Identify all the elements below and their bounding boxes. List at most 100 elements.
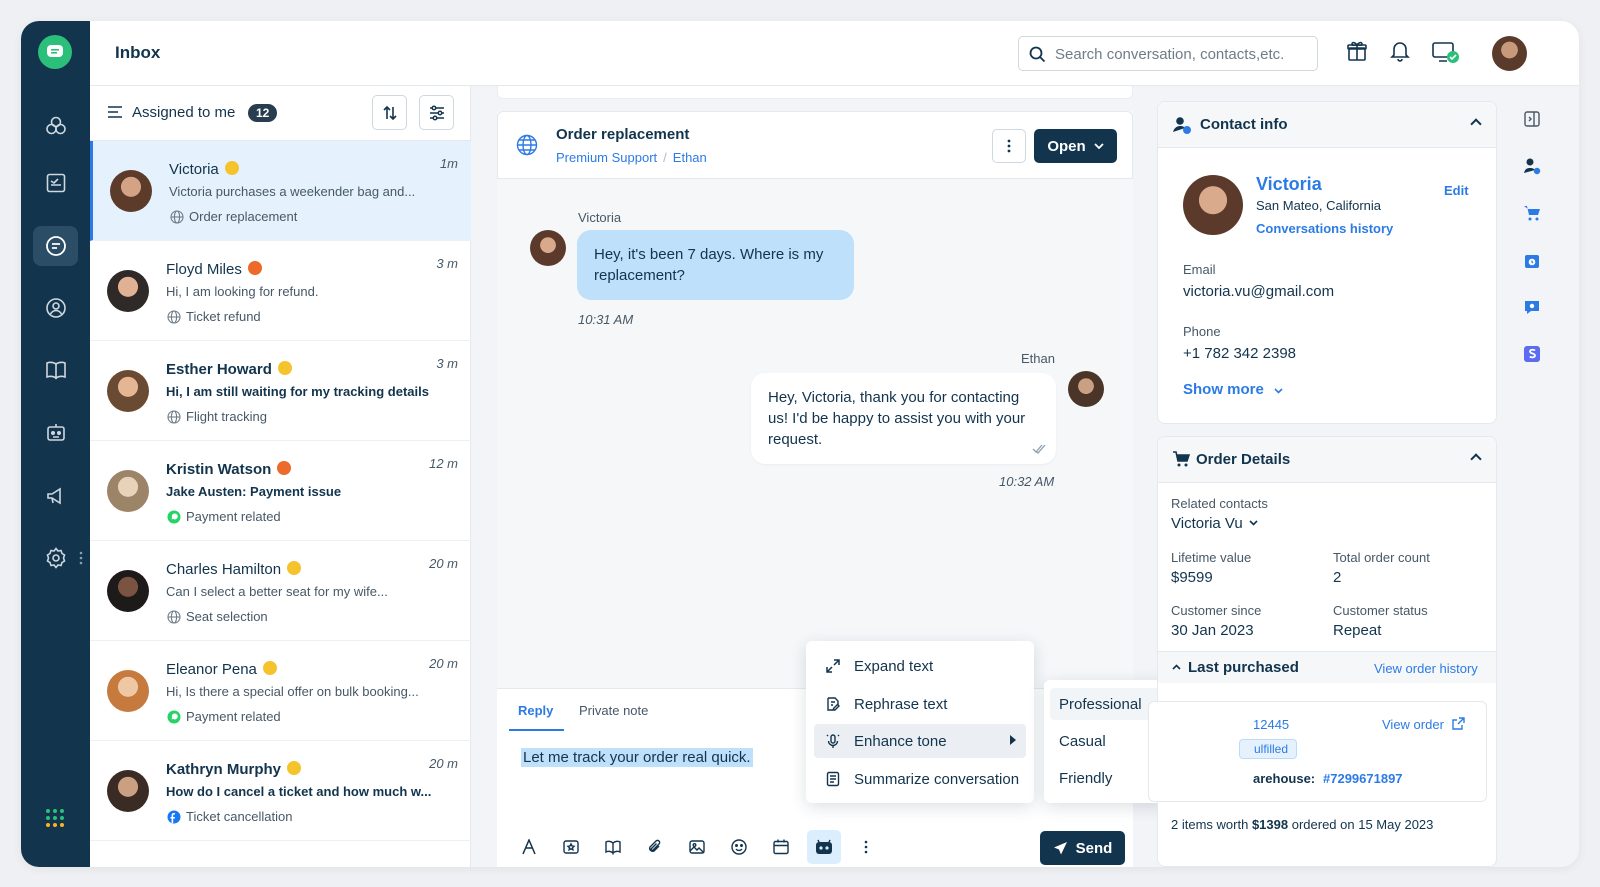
warehouse-id[interactable]: #7299671897 <box>1323 771 1403 786</box>
order-details-header[interactable]: Order Details <box>1158 437 1496 483</box>
reply-draft-text[interactable]: Let me track your order real quick. <box>521 748 753 767</box>
conversation-row[interactable]: Eleanor Pena 20 m Hi, Is there a special o… <box>90 641 471 741</box>
menu-label: Rephrase text <box>854 695 948 713</box>
filter-menu-icon[interactable] <box>108 106 122 118</box>
conversation-row[interactable]: Victoria 1m Victoria purchases a weekender… <box>90 141 471 241</box>
ai-panel-icon[interactable] <box>1523 298 1541 316</box>
contact-info-header[interactable]: Contact info <box>1158 102 1496 148</box>
conversation-name: Floyd Miles <box>166 261 262 278</box>
agent-status-icon[interactable] <box>1431 40 1461 64</box>
collapse-panel-icon[interactable] <box>1523 110 1541 128</box>
nav-settings-icon[interactable] <box>33 538 78 578</box>
order-details-card: Order Details Related contacts Victoria … <box>1148 436 1497 867</box>
orders-panel-icon[interactable] <box>1523 204 1541 222</box>
nav-knowledge-base-icon[interactable] <box>33 350 78 390</box>
contact-avatar <box>110 170 152 212</box>
chevron-down-icon <box>1094 143 1104 149</box>
view-order-label: View order <box>1382 717 1444 732</box>
collapse-chevron-icon[interactable] <box>1470 118 1482 130</box>
integration-s-icon[interactable] <box>1523 345 1541 363</box>
name-text: Floyd Miles <box>166 261 242 278</box>
tab-private-note[interactable]: Private note <box>579 703 648 718</box>
name-text: Kristin Watson <box>166 461 272 478</box>
menu-item-enhance-tone[interactable]: Enhance tone <box>814 724 1026 758</box>
chevron-up-icon[interactable] <box>1172 664 1181 670</box>
summary-mid: ordered on <box>1291 817 1355 832</box>
nav-conversations-icon[interactable] <box>33 226 78 266</box>
contact-avatar <box>107 370 149 412</box>
conversation-time: 3 m <box>436 356 458 371</box>
conversation-time: 20 m <box>429 656 458 671</box>
app-logo[interactable] <box>38 35 72 69</box>
app-switcher-grid-icon[interactable] <box>45 808 65 833</box>
menu-item-rephrase-text[interactable]: Rephrase text <box>814 687 1026 721</box>
more-options-button[interactable] <box>992 129 1026 163</box>
order-number[interactable]: 12445 <box>1253 717 1289 732</box>
conversation-row[interactable]: Kathryn Murphy 20 m How do I cancel a tick… <box>90 741 471 841</box>
canned-response-icon[interactable] <box>560 836 582 858</box>
view-order-link[interactable]: View order <box>1382 717 1465 732</box>
nav-integrations-icon[interactable] <box>33 106 78 146</box>
assigned-count-badge: 12 <box>248 104 278 122</box>
nav-tickets-icon[interactable] <box>33 163 78 203</box>
previous-conversation-edge <box>497 86 1133 99</box>
image-icon[interactable] <box>686 836 708 858</box>
show-more-link[interactable]: Show more <box>1183 381 1283 398</box>
contact-avatar <box>107 570 149 612</box>
group-link[interactable]: Premium Support <box>556 150 657 165</box>
external-link-icon <box>1451 717 1465 730</box>
nav-contacts-icon[interactable] <box>33 288 78 328</box>
contact-panel-icon[interactable] <box>1523 157 1541 175</box>
search-input[interactable] <box>1055 44 1310 64</box>
last-purchased-title[interactable]: Last purchased <box>1188 659 1299 676</box>
filter-button[interactable] <box>419 95 454 130</box>
rail-more-icon[interactable] <box>79 551 83 570</box>
view-order-history-link[interactable]: View order history <box>1374 661 1478 676</box>
agent-link[interactable]: Ethan <box>673 150 707 165</box>
customer-avatar <box>530 230 566 266</box>
contact-info-title: Contact info <box>1200 116 1288 133</box>
web-channel-icon <box>516 134 538 156</box>
summary-icon <box>824 771 842 787</box>
collapse-chevron-icon[interactable] <box>1470 453 1482 465</box>
incoming-sender: Victoria <box>578 210 622 225</box>
nav-bots-icon[interactable] <box>33 413 78 453</box>
notification-bell-icon[interactable] <box>1390 40 1410 62</box>
status-dropdown-button[interactable]: Open <box>1034 129 1117 163</box>
microphone-sparkle-icon <box>824 733 842 749</box>
ai-assist-icon[interactable] <box>807 830 841 864</box>
expand-icon <box>824 658 842 674</box>
calendar-icon[interactable] <box>770 836 792 858</box>
contact-avatar <box>107 770 149 812</box>
contact-name[interactable]: Victoria <box>1256 174 1322 195</box>
contact-avatar <box>107 670 149 712</box>
gift-icon[interactable] <box>1346 40 1368 62</box>
ai-actions-menu: Expand text Rephrase text Enhance tone S… <box>806 641 1034 803</box>
send-button[interactable]: Send <box>1040 831 1125 865</box>
nav-campaigns-icon[interactable] <box>33 476 78 516</box>
conversation-row[interactable]: Charles Hamilton 20 m Can I select a bette… <box>90 541 471 641</box>
related-contact-select[interactable]: Victoria Vu <box>1171 515 1258 532</box>
timeline-panel-icon[interactable] <box>1523 252 1541 270</box>
conversation-row[interactable]: Floyd Miles 3 m Hi, I am looking for refun… <box>90 241 471 341</box>
menu-item-expand-text[interactable]: Expand text <box>814 649 1026 683</box>
conversation-row[interactable]: Kristin Watson 12 m Jake Austen: Payment i… <box>90 441 471 541</box>
tab-reply[interactable]: Reply <box>518 703 553 718</box>
sort-button[interactable] <box>372 95 407 130</box>
conversation-row[interactable]: Esther Howard 3 m Hi, I am still waiting f… <box>90 341 471 441</box>
edit-contact-link[interactable]: Edit <box>1444 183 1469 198</box>
view-filter-label[interactable]: Assigned to me <box>132 104 235 121</box>
search-box[interactable] <box>1018 36 1318 71</box>
solution-article-icon[interactable] <box>602 836 624 858</box>
order-summary: 2 items worth $1398 ordered on 15 May 20… <box>1171 817 1433 832</box>
conversation-topic: Seat selection <box>186 609 268 624</box>
user-avatar[interactable] <box>1492 36 1527 71</box>
channel-icon <box>167 410 181 429</box>
conversations-history-link[interactable]: Conversations history <box>1256 221 1393 236</box>
menu-item-summarize-conversation[interactable]: Summarize conversation <box>814 762 1026 796</box>
more-tools-icon[interactable] <box>855 836 877 858</box>
emoji-icon[interactable] <box>728 836 750 858</box>
text-format-icon[interactable] <box>518 836 540 858</box>
attachment-icon[interactable] <box>644 836 666 858</box>
menu-label: Expand text <box>854 657 934 675</box>
